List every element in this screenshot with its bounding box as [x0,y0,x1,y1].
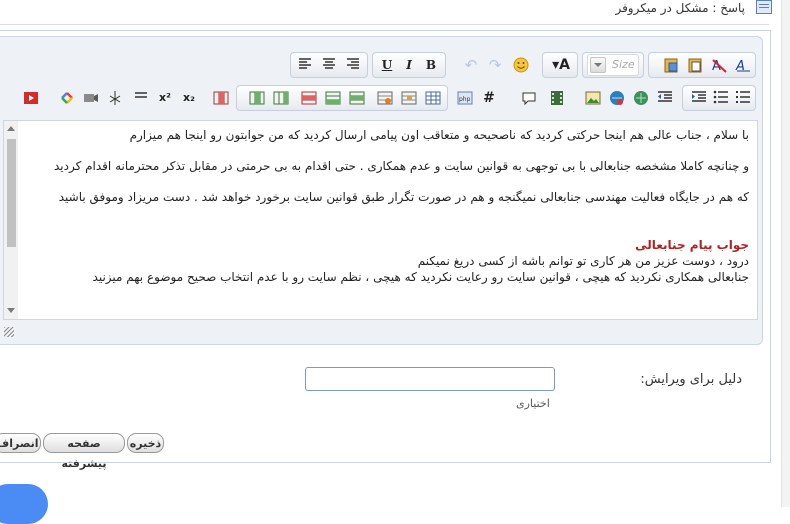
indent-icon[interactable] [689,88,709,108]
svg-text:php: php [459,96,471,103]
reply-title: جواب پیام جنابعالی [635,238,749,252]
php-icon[interactable]: php [455,88,475,108]
save-button[interactable]: ذخیره [127,433,164,453]
smiley-icon[interactable] [511,55,531,75]
text-style-group: B I U [372,52,446,78]
scroll-strip [781,0,790,507]
message-content: با سلام ، جناب عالی هم اینجا حرکتی کردید… [22,127,749,285]
italic-button[interactable]: I [399,55,419,75]
hash-icon[interactable]: # [479,88,499,108]
toolbar-row-2: # php x₂ x² [24,85,756,111]
code-group: # php [450,85,502,111]
youtube-group [18,85,44,111]
toolbar-row-1: A A Size ▾A ↷ ↶ B I U [286,52,756,78]
scroll-up-icon[interactable] [7,126,15,131]
table-column-icon[interactable] [211,88,231,108]
format-group: A A [648,52,756,78]
remove-format-icon[interactable]: A [709,55,729,75]
font-size-select[interactable]: Size [587,54,639,76]
scroll-down-icon[interactable] [7,308,15,313]
link-group [572,85,678,111]
table-row-delete-icon[interactable] [347,88,367,108]
table-merge-icon[interactable] [399,88,419,108]
table-insert-column-icon[interactable] [247,88,267,108]
table-icon[interactable] [423,88,443,108]
paste-icon[interactable] [661,55,681,75]
undo-icon[interactable]: ↶ [461,55,481,75]
font-size-group: Size [582,52,644,78]
table-group [236,85,448,111]
chevron-down-icon [590,57,606,73]
text-direction-icon[interactable]: A [733,55,753,75]
reply-panel: A A Size ▾A ↷ ↶ B I U # php x₂ x² با سلا… [0,30,771,470]
list-group [682,85,756,111]
youtube-icon[interactable] [21,88,41,108]
paste-text-icon[interactable] [685,55,705,75]
film-icon[interactable] [547,88,567,108]
horizontal-rule-icon[interactable] [131,88,151,108]
table-insert-row-icon[interactable] [323,88,343,108]
font-size-placeholder: Size [612,58,635,71]
editor-scrollbar[interactable] [4,121,18,319]
cancel-button[interactable]: انصراف [0,433,41,453]
unlink-icon[interactable] [631,88,651,108]
advanced-button[interactable]: صفحه پیشرفته [43,433,125,470]
resize-grip-icon[interactable] [4,327,14,337]
image-icon[interactable] [583,88,603,108]
page-title: پاسخ : مشکل در میکروفر [615,1,745,15]
outdent-icon[interactable] [655,88,675,108]
document-icon [756,0,772,14]
align-group [290,52,368,78]
scroll-thumb[interactable] [7,139,16,247]
superscript-icon[interactable]: x² [155,88,175,108]
align-right-icon[interactable] [343,55,363,75]
media-group [504,85,570,111]
bold-button[interactable]: B [421,55,441,75]
reply-line-1: درود ، دوست عزیز من هر کاری تو توانم باش… [417,254,749,268]
google-icon[interactable] [57,88,77,108]
align-center-icon[interactable] [319,55,339,75]
font-color-button[interactable]: ▾A [551,55,571,75]
font-color-group: ▾A [542,52,578,78]
message-textarea[interactable]: با سلام ، جناب عالی هم اینجا حرکتی کردید… [3,120,758,320]
align-left-icon[interactable] [295,55,315,75]
reason-input[interactable] [305,367,555,391]
quote-icon[interactable] [519,88,539,108]
table-row-icon[interactable] [299,88,319,108]
redo-icon[interactable]: ↷ [485,55,505,75]
header-divider [0,24,769,25]
bullet-list-icon[interactable] [711,88,731,108]
history-group: ↷ ↶ [452,52,538,78]
underline-button[interactable]: U [377,55,397,75]
reason-label: دلیل برای ویرایش: [640,372,742,387]
table-column-delete-icon[interactable] [271,88,291,108]
numbered-list-icon[interactable] [733,88,753,108]
paragraph-1: با سلام ، جناب عالی هم اینجا حرکتی کردید… [129,128,749,142]
page-header: پاسخ : مشکل در میکروفر [0,0,790,20]
editor: A A Size ▾A ↷ ↶ B I U # php x₂ x² با سلا… [0,36,763,345]
misc-group: x₂ x² [46,85,204,111]
paragraph-2: و چنانچه کاملا مشخصه جنابعالی با بی توجه… [53,159,749,173]
tree-icon[interactable] [105,88,125,108]
column-group [206,85,234,111]
table-cell-icon[interactable] [375,88,395,108]
video-icon[interactable] [81,88,101,108]
reply-line-2: جنابعالی همکاری نکردید که هیچی ، قوانین … [92,270,749,284]
link-icon[interactable] [607,88,627,108]
optional-label: اختیاری [516,397,550,410]
subscript-icon[interactable]: x₂ [179,88,199,108]
floating-action-button[interactable] [0,484,48,524]
paragraph-3: که هم در جایگاه فعالیت مهندسی جنابعالی ن… [58,190,749,204]
